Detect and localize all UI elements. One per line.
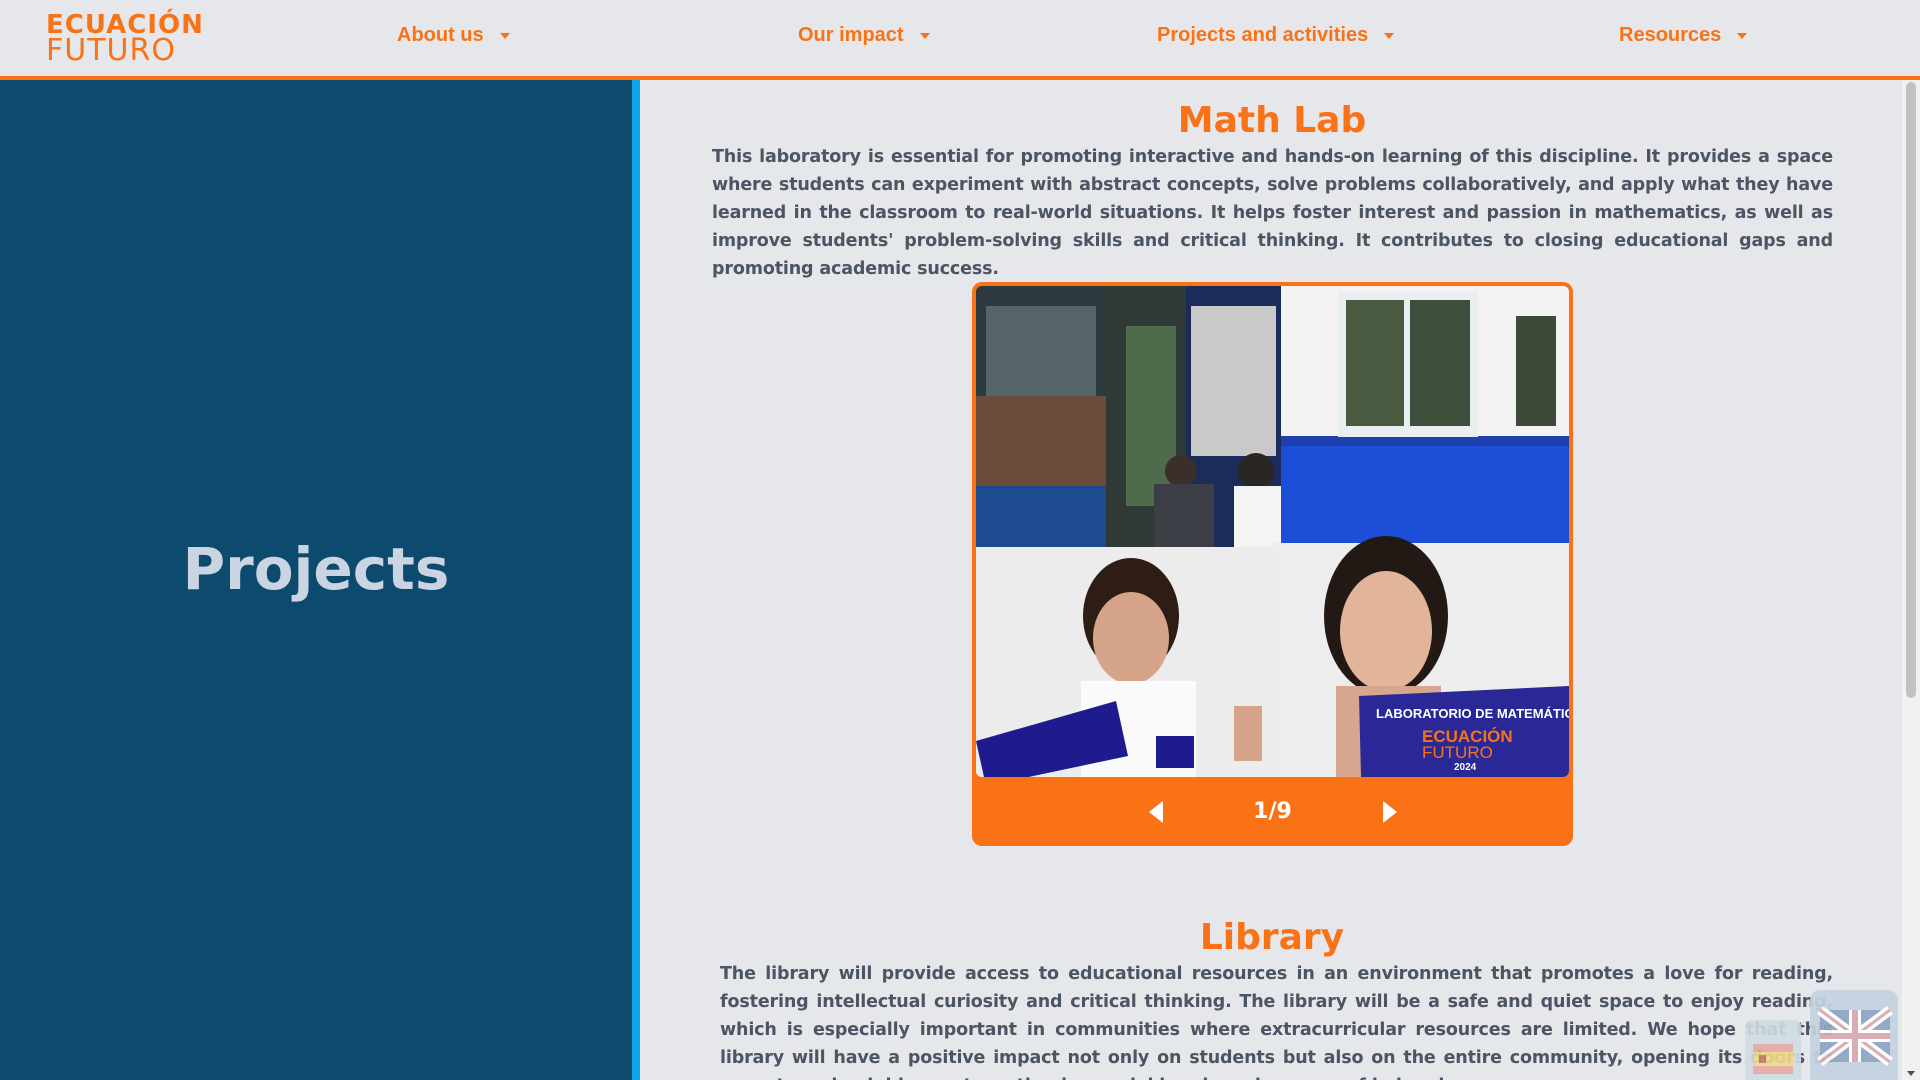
section-text-math-lab: This laboratory is essential for promoti… [712, 147, 1833, 279]
spain-flag-icon[interactable] [1745, 1020, 1801, 1080]
page-scrollbar[interactable] [1902, 80, 1920, 1080]
spain-flag-graphic [1753, 1044, 1793, 1074]
section-title-library: Library [1199, 917, 1345, 958]
arrow-right-icon[interactable] [1382, 800, 1397, 823]
carousel-counter: 1/9 [1253, 799, 1292, 824]
scrollbar-thumb[interactable] [1906, 82, 1916, 698]
section-text-library: The library will provide access to educa… [720, 964, 1833, 1080]
sign-text: LABORATORIO DE MATEMÁTICAS [1376, 706, 1569, 721]
scroll-down-arrow-icon[interactable] [1907, 1071, 1915, 1076]
nav-resources[interactable]: Resources [1619, 24, 1748, 47]
section-title-math-lab: Math Lab [1177, 100, 1367, 141]
uk-flag-graphic [1817, 1005, 1893, 1067]
sign-brand-line2: FUTURO [1422, 743, 1493, 762]
arrow-left-icon[interactable] [1148, 800, 1163, 823]
nav-label: Resources [1619, 24, 1722, 46]
caret-down-icon [1384, 32, 1395, 39]
sidebar-title: Projects [182, 535, 450, 603]
nav-label: Our impact [798, 24, 904, 46]
top-navbar: ECUACIÓN FUTURO About us Our impact Proj… [0, 0, 1920, 80]
nav-projects-and-activities[interactable]: Projects and activities [1157, 24, 1395, 47]
uk-flag-icon[interactable] [1810, 990, 1898, 1080]
caret-down-icon [919, 32, 930, 39]
caret-down-icon [499, 32, 510, 39]
math-lab-photo-collage: LABORATORIO DE MATEMÁTICAS ECUACIÓN FUTU… [976, 286, 1569, 777]
logo-line2: FUTURO [46, 33, 176, 68]
carousel-photo: LABORATORIO DE MATEMÁTICAS ECUACIÓN FUTU… [976, 286, 1569, 777]
caret-down-icon [1737, 32, 1748, 39]
image-carousel: LABORATORIO DE MATEMÁTICAS ECUACIÓN FUTU… [972, 282, 1573, 846]
carousel-controls: 1/9 [972, 777, 1573, 846]
sign-year: 2024 [1454, 762, 1477, 773]
nav-our-impact[interactable]: Our impact [798, 24, 930, 47]
nav-label: About us [397, 24, 484, 46]
sidebar-panel: Projects [0, 80, 640, 1080]
brand-logo[interactable]: ECUACIÓN FUTURO [46, 12, 203, 66]
nav-about-us[interactable]: About us [397, 24, 510, 47]
nav-label: Projects and activities [1157, 24, 1369, 46]
